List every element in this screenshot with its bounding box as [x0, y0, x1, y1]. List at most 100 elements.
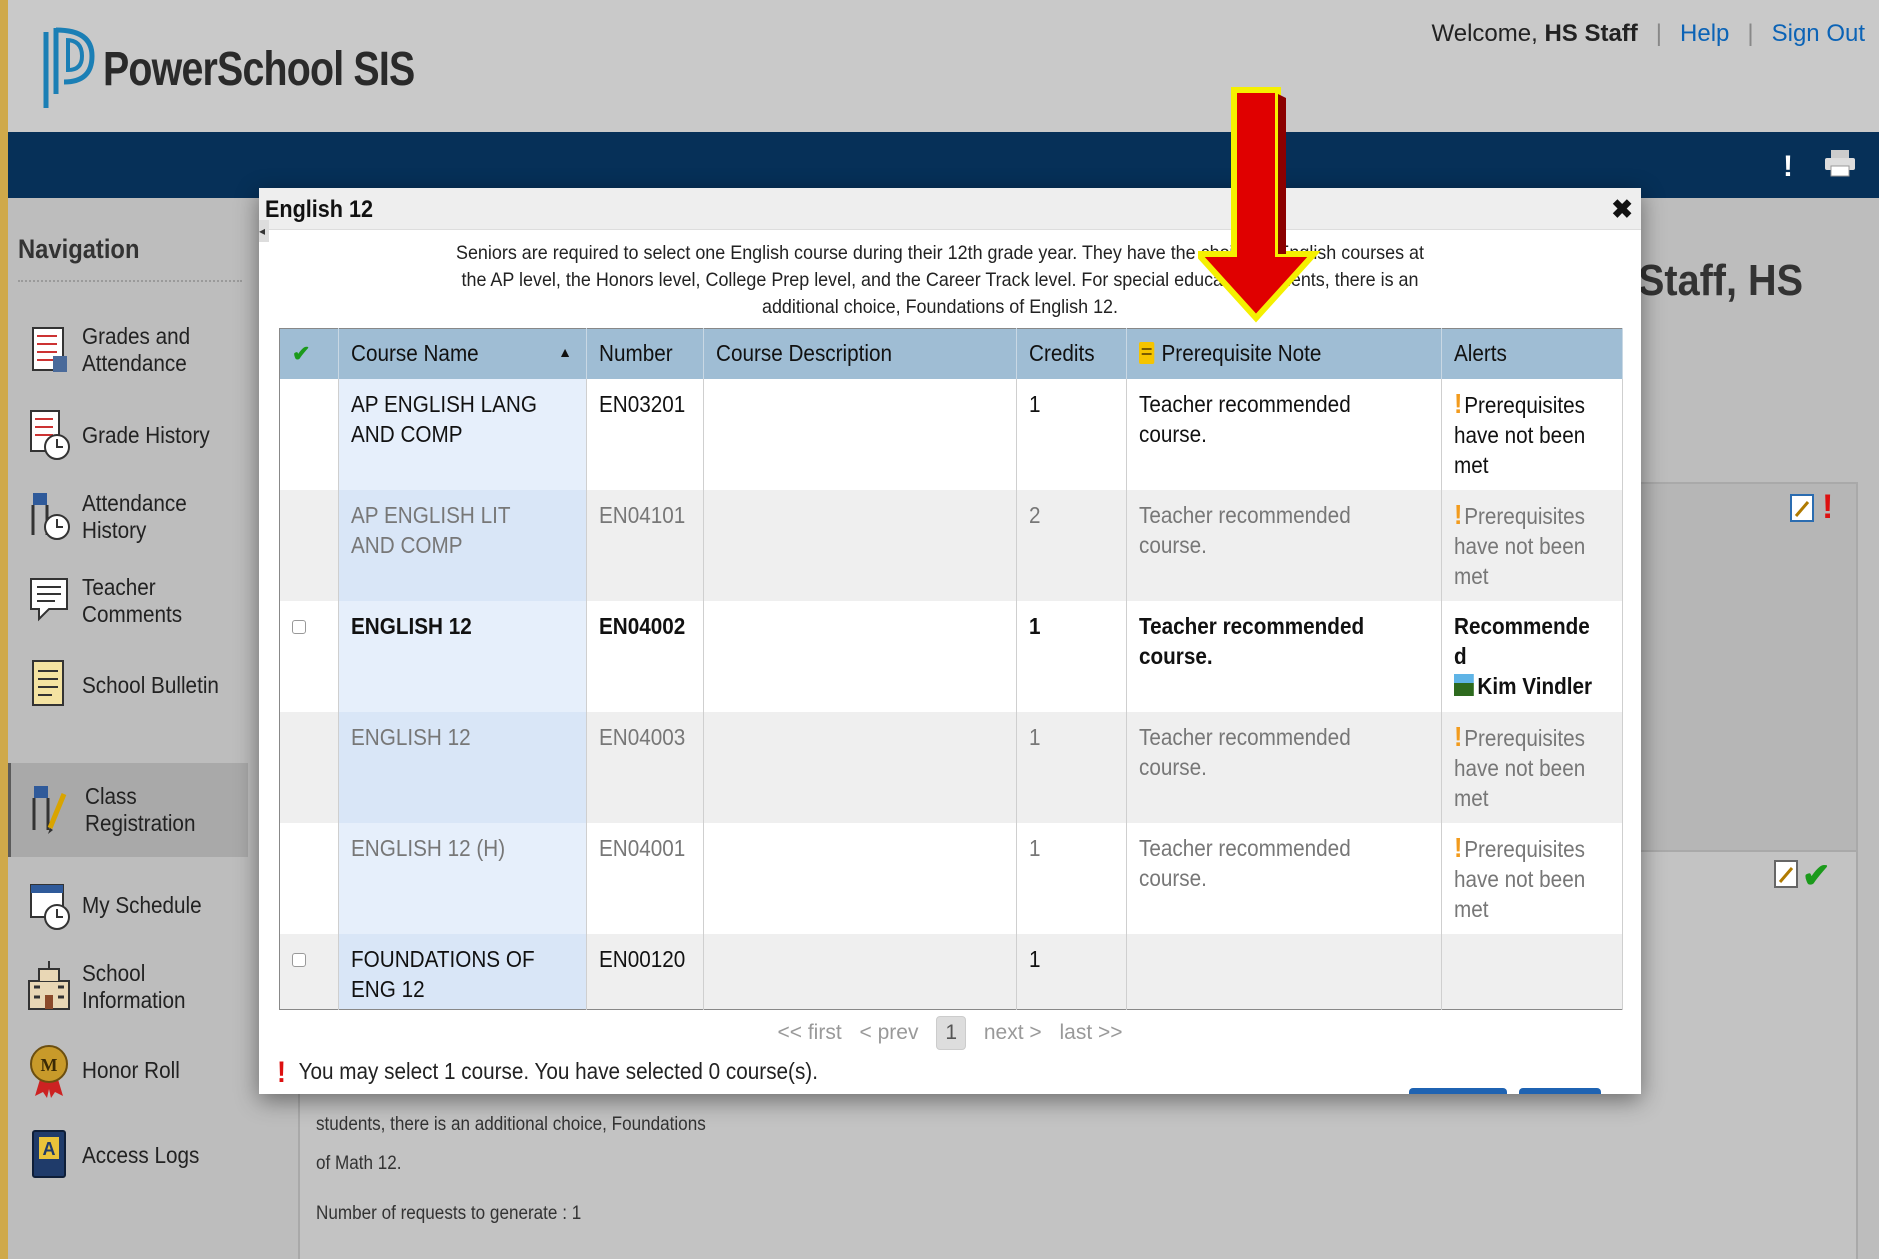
- alert-text: Prerequisites have not been met: [1454, 391, 1586, 478]
- sidebar-item-school-information[interactable]: School Information: [8, 940, 248, 1034]
- column-header-number[interactable]: Number: [586, 328, 704, 379]
- alerts-cell: [1441, 933, 1623, 1010]
- divider: [18, 280, 242, 282]
- select-cell: [279, 489, 339, 601]
- recommender-name: Kim Vindler: [1477, 672, 1593, 699]
- selection-status: ! You may select 1 course. You have selec…: [277, 1056, 818, 1090]
- course-name-cell: ENGLISH 12: [338, 600, 587, 712]
- selection-status-text: You may select 1 course. You have select…: [298, 1058, 818, 1084]
- table-row[interactable]: FOUNDATIONS OF ENG 12 EN00120 1: [279, 933, 1623, 1010]
- column-header-credits[interactable]: Credits: [1016, 328, 1127, 379]
- close-icon[interactable]: ✖: [1611, 194, 1633, 225]
- select-cell: [279, 600, 339, 712]
- select-cell: [279, 933, 339, 1010]
- sidebar-item-school-bulletin[interactable]: School Bulletin: [8, 638, 248, 732]
- sidebar-item-my-schedule[interactable]: My Schedule: [8, 858, 248, 952]
- welcome-text: Welcome, HS Staff: [1432, 20, 1638, 48]
- course-name: ENGLISH 12: [351, 723, 471, 750]
- column-header-alerts[interactable]: Alerts: [1441, 328, 1623, 379]
- print-icon[interactable]: [1823, 148, 1857, 178]
- comments-icon: [24, 571, 74, 631]
- sidebar-item-label: Grades and Attendance: [82, 323, 191, 376]
- course-description-cell: [703, 822, 1017, 934]
- sidebar-title: Navigation: [18, 234, 140, 264]
- pager-prev-link[interactable]: < prev: [860, 1021, 919, 1044]
- alert-text: Prerequisites have not been met: [1454, 835, 1586, 922]
- sidebar-item-label: Grade History: [82, 421, 210, 448]
- column-header-select[interactable]: ✔: [279, 328, 339, 379]
- grade-history-icon: [24, 405, 74, 465]
- sidebar-item-label: Access Logs: [82, 1141, 200, 1168]
- sidebar-item-grades-and-attendance[interactable]: Grades and Attendance: [8, 303, 248, 397]
- pager-next-link[interactable]: next >: [984, 1021, 1042, 1044]
- divider: |: [1747, 20, 1754, 47]
- sidebar-item-label: Attendance History: [82, 490, 187, 543]
- table-row[interactable]: ENGLISH 12 EN04002 1 Teacher recommended…: [279, 600, 1623, 712]
- school-icon: [24, 957, 74, 1017]
- course-number: EN04101: [599, 501, 686, 528]
- course-name-cell: FOUNDATIONS OF ENG 12: [338, 933, 587, 1010]
- pager-last-link[interactable]: last >>: [1059, 1021, 1122, 1044]
- collapse-handle-icon[interactable]: ◂: [259, 220, 269, 242]
- sidebar-item-teacher-comments[interactable]: Teacher Comments: [8, 554, 248, 648]
- select-cell: [279, 378, 339, 490]
- sidebar-item-grade-history[interactable]: Grade History: [8, 388, 248, 482]
- course-table: ✔ Course Name ▲ Number Course Description…: [279, 328, 1623, 1010]
- table-row: ENGLISH 12 EN04003 1 Teacher recommended…: [279, 711, 1623, 823]
- pager-current-page[interactable]: 1: [936, 1016, 966, 1050]
- credits: 1: [1029, 612, 1041, 639]
- prerequisite-note: Teacher recommended course.: [1139, 612, 1365, 669]
- alerts-cell: Recommended Kim Vindler: [1441, 600, 1623, 712]
- welcome-prefix: Welcome,: [1431, 20, 1538, 47]
- alert-text: Prerequisites have not been met: [1454, 502, 1586, 589]
- alert-icon[interactable]: !: [1783, 150, 1793, 184]
- dialog-button[interactable]: [1409, 1088, 1507, 1094]
- alerts-cell: !Prerequisites have not been met: [1441, 822, 1623, 934]
- course-number-cell: EN03201: [586, 378, 704, 490]
- column-header-course-name[interactable]: Course Name ▲: [338, 328, 587, 379]
- user-name: HS Staff: [1544, 20, 1638, 47]
- background-text: students, there is an additional choice,…: [316, 1114, 706, 1135]
- sidebar-item-honor-roll[interactable]: M Honor Roll: [8, 1023, 248, 1117]
- prerequisite-note: Teacher recommended course.: [1139, 501, 1351, 558]
- column-header-course-description[interactable]: Course Description: [703, 328, 1017, 379]
- course-name: ENGLISH 12: [351, 612, 472, 639]
- course-description-cell: [703, 711, 1017, 823]
- sort-ascending-icon[interactable]: ▲: [558, 344, 572, 360]
- app-header: PowerSchool SIS Welcome, HS Staff | Help…: [8, 0, 1879, 132]
- credits-cell: 1: [1016, 933, 1127, 1010]
- prerequisite-note-cell: Teacher recommended course.: [1126, 822, 1442, 934]
- schedule-icon: [24, 875, 74, 935]
- course-selection-dialog: English 12 ✖ ◂ Seniors are required to s…: [259, 188, 1641, 1094]
- bulletin-icon: [24, 655, 74, 715]
- sign-out-link[interactable]: Sign Out: [1772, 20, 1865, 48]
- dialog-button[interactable]: [1519, 1088, 1601, 1094]
- pager-first-link[interactable]: << first: [777, 1021, 841, 1044]
- sidebar-item-class-registration[interactable]: Class Registration: [8, 763, 248, 857]
- warning-icon: !: [1454, 831, 1463, 863]
- column-header-label: Alerts: [1454, 340, 1507, 367]
- sidebar-item-attendance-history[interactable]: Attendance History: [8, 470, 248, 564]
- course-name-cell: AP ENGLISH LIT AND COMP: [338, 489, 587, 601]
- course-checkbox[interactable]: [292, 952, 306, 967]
- edit-icon[interactable]: [1774, 860, 1798, 888]
- help-link[interactable]: Help: [1680, 20, 1729, 48]
- table-row: AP ENGLISH LIT AND COMP EN04101 2 Teache…: [279, 489, 1623, 601]
- course-number-cell: EN00120: [586, 933, 704, 1010]
- warning-icon: !: [1822, 488, 1834, 526]
- select-all-check-icon[interactable]: ✔: [292, 341, 310, 366]
- course-description-cell: [703, 378, 1017, 490]
- alert-text: Recommended: [1454, 612, 1590, 669]
- table-row[interactable]: AP ENGLISH LANG AND COMP EN03201 1 Teach…: [279, 378, 1623, 490]
- course-number: EN03201: [599, 390, 686, 417]
- column-header-label: Number: [599, 340, 673, 367]
- course-checkbox[interactable]: [292, 619, 306, 634]
- column-header-label: Course Name: [351, 340, 479, 367]
- sidebar-item-access-logs[interactable]: A Access Logs: [8, 1108, 248, 1202]
- credits: 1: [1029, 390, 1041, 417]
- sidebar-item-label: Class Registration: [85, 783, 196, 836]
- column-header-prerequisite-note[interactable]: Prerequisite Note: [1126, 328, 1442, 379]
- edit-icon[interactable]: [1790, 494, 1814, 522]
- sidebar: Navigation Grades and Attendance Grade H…: [8, 198, 248, 1259]
- credits: 1: [1029, 723, 1041, 750]
